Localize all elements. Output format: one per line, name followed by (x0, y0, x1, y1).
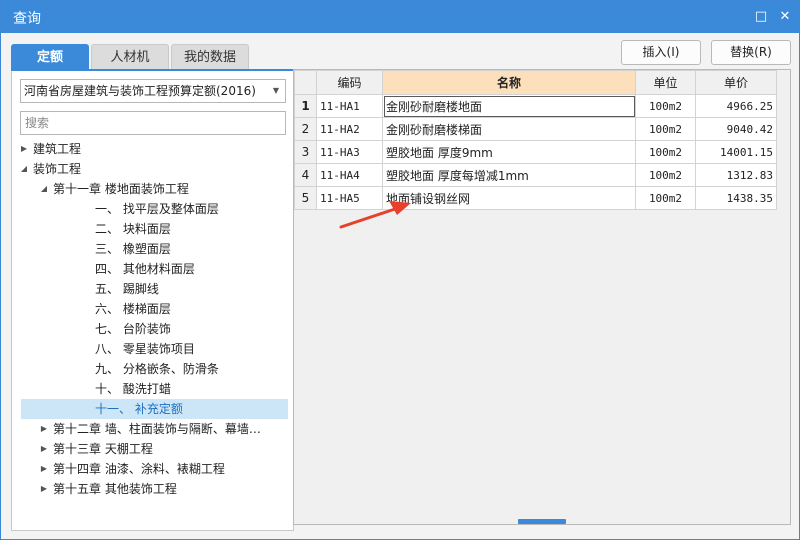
cell-code[interactable]: 11-HA3 (316, 140, 383, 164)
cell-unit[interactable]: 100m2 (635, 94, 696, 118)
column-header-price[interactable]: 单价 (695, 70, 777, 95)
tree-item[interactable]: ▶ 第十二章 墙、柱面装饰与隔断、幕墙… (21, 419, 288, 439)
tree-item[interactable]: ▶ 第十四章 油漆、涂料、裱糊工程 (21, 459, 288, 479)
tree-item[interactable]: ▶ 建筑工程 (21, 139, 288, 159)
quota-grid-panel: 编码 名称 单位 单价 1 11-HA1 金刚砂耐磨楼地面 100m2 4966.25 2… (293, 69, 791, 525)
tab-labor-material-machine[interactable]: 人材机 (91, 44, 169, 70)
tab-my-data[interactable]: 我的数据 (171, 44, 249, 70)
tree-item[interactable]: 五、 踢脚线 (21, 279, 288, 299)
cell-price[interactable]: 9040.42 (695, 117, 777, 141)
cell-name[interactable]: 塑胶地面 厚度9mm (382, 140, 636, 164)
table-row[interactable]: 3 11-HA3 塑胶地面 厚度9mm 100m2 14001.15 (294, 140, 777, 164)
cell-code[interactable]: 11-HA1 (316, 94, 383, 118)
table-row[interactable]: 1 11-HA1 金刚砂耐磨楼地面 100m2 4966.25 (294, 94, 777, 118)
close-icon[interactable]: ✕ (777, 9, 793, 25)
row-number[interactable]: 3 (294, 140, 317, 164)
cell-name[interactable]: 塑胶地面 厚度每增减1mm (382, 163, 636, 187)
collapsed-arrow-icon[interactable]: ▶ (39, 419, 49, 439)
cell-unit[interactable]: 100m2 (635, 117, 696, 141)
cell-price[interactable]: 14001.15 (695, 140, 777, 164)
tree-item-label: 十一、 补充定额 (95, 402, 183, 416)
cell-code[interactable]: 11-HA2 (316, 117, 383, 141)
column-header-unit[interactable]: 单位 (635, 70, 696, 95)
expanded-arrow-icon[interactable]: ◢ (39, 179, 49, 199)
tree-item[interactable]: 六、 楼梯面层 (21, 299, 288, 319)
row-number[interactable]: 4 (294, 163, 317, 187)
replace-button[interactable]: 替换(R) (711, 40, 791, 65)
maximize-icon[interactable]: □ (753, 9, 769, 25)
chevron-down-icon: ▼ (272, 86, 279, 95)
collapsed-arrow-icon[interactable]: ▶ (21, 139, 29, 159)
cell-unit[interactable]: 100m2 (635, 186, 696, 210)
tree-item-label: 第十二章 墙、柱面装饰与隔断、幕墙… (53, 422, 261, 436)
tree-item[interactable]: ◢ 第十一章 楼地面装饰工程 (21, 179, 288, 199)
quota-library-selected: 河南省房屋建筑与装饰工程预算定额(2016) (24, 84, 256, 98)
tree-item-label: 装饰工程 (33, 162, 82, 176)
corner-cell (294, 70, 317, 95)
cell-name[interactable]: 金刚砂耐磨楼梯面 (382, 117, 636, 141)
tab-quota[interactable]: 定额 (11, 44, 89, 70)
tree-item-label: 第十四章 油漆、涂料、裱糊工程 (53, 462, 225, 476)
search-input[interactable] (20, 111, 286, 135)
table-row[interactable]: 2 11-HA2 金刚砂耐磨楼梯面 100m2 9040.42 (294, 117, 777, 141)
tree-item[interactable]: 三、 橡塑面层 (21, 239, 288, 259)
annotation-arrow-icon (339, 201, 411, 229)
row-number[interactable]: 1 (294, 94, 317, 118)
tree-item-label: 七、 台阶装饰 (95, 322, 171, 336)
cell-unit[interactable]: 100m2 (635, 163, 696, 187)
tree-item[interactable]: ▶ 第十五章 其他装饰工程 (21, 479, 288, 499)
collapsed-arrow-icon[interactable]: ▶ (39, 459, 49, 479)
insert-button[interactable]: 插入(I) (621, 40, 701, 65)
tree-item-label: 第十五章 其他装饰工程 (53, 482, 177, 496)
tree-item[interactable]: 一、 找平层及整体面层 (21, 199, 288, 219)
tree-item[interactable]: ▶ 第十三章 天棚工程 (21, 439, 288, 459)
tree-item-label: 九、 分格嵌条、防滑条 (95, 362, 219, 376)
tree-item[interactable]: 二、 块料面层 (21, 219, 288, 239)
title-bar[interactable]: 查询 □ ✕ (1, 1, 799, 33)
cell-price[interactable]: 4966.25 (695, 94, 777, 118)
tree-item-label: 八、 零星装饰项目 (95, 342, 195, 356)
column-header-code[interactable]: 编码 (316, 70, 383, 95)
expanded-arrow-icon[interactable]: ◢ (21, 159, 29, 179)
tree-item[interactable]: 九、 分格嵌条、防滑条 (21, 359, 288, 379)
tree-item-label: 二、 块料面层 (95, 222, 171, 236)
tree-item-label: 第十三章 天棚工程 (53, 442, 153, 456)
tree-item-label: 建筑工程 (33, 142, 82, 156)
tree-item-label: 五、 踢脚线 (95, 282, 159, 296)
tree-item-label: 三、 橡塑面层 (95, 242, 171, 256)
tree-item[interactable]: 八、 零星装饰项目 (21, 339, 288, 359)
tree-item[interactable]: 七、 台阶装饰 (21, 319, 288, 339)
collapsed-arrow-icon[interactable]: ▶ (39, 479, 49, 499)
tree-item[interactable]: ◢ 装饰工程 (21, 159, 288, 179)
tree-item-label: 一、 找平层及整体面层 (95, 202, 219, 216)
tree-item[interactable]: 十、 酸洗打蜡 (21, 379, 288, 399)
tree-item-label: 第十一章 楼地面装饰工程 (53, 182, 189, 196)
query-dialog: 查询 □ ✕ 定额 人材机 我的数据 插入(I) 替换(R) 河南省房屋建筑与装… (0, 0, 800, 540)
row-number[interactable]: 2 (294, 117, 317, 141)
tree-item-label: 四、 其他材料面层 (95, 262, 195, 276)
column-header-name[interactable]: 名称 (382, 70, 636, 95)
cell-unit[interactable]: 100m2 (635, 140, 696, 164)
row-number[interactable]: 5 (294, 186, 317, 210)
cell-name[interactable]: 地面铺设钢丝网 (382, 186, 636, 210)
quota-tree-panel: 河南省房屋建筑与装饰工程预算定额(2016) ▼ ▶ 建筑工程 ◢ 装饰工程 ◢ 第十一章… (11, 71, 294, 531)
tree-item[interactable]: 十一、 补充定额 (21, 399, 288, 419)
window-title: 查询 (13, 11, 41, 27)
quota-library-select[interactable]: 河南省房屋建筑与装饰工程预算定额(2016) ▼ (20, 79, 286, 103)
tree-item-label: 六、 楼梯面层 (95, 302, 171, 316)
tree-item[interactable]: 四、 其他材料面层 (21, 259, 288, 279)
tree-item-label: 十、 酸洗打蜡 (95, 382, 171, 396)
cell-price[interactable]: 1438.35 (695, 186, 777, 210)
cell-price[interactable]: 1312.83 (695, 163, 777, 187)
splitter-handle[interactable] (518, 519, 566, 524)
table-header-row: 编码 名称 单位 单价 (294, 70, 777, 95)
collapsed-arrow-icon[interactable]: ▶ (39, 439, 49, 459)
cell-name[interactable]: 金刚砂耐磨楼地面 (382, 94, 636, 118)
